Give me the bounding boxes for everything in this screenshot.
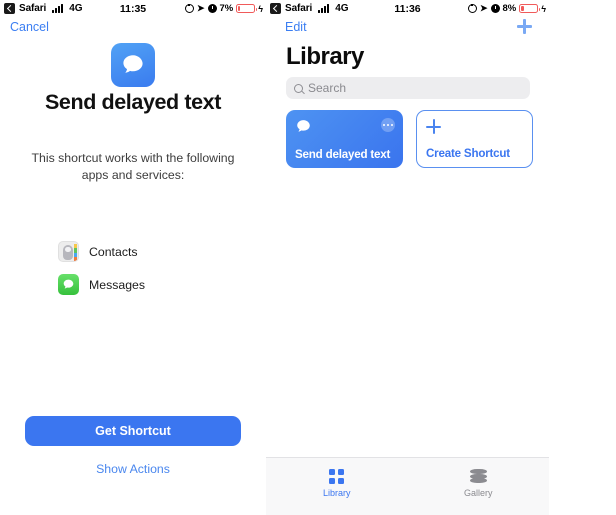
- tab-gallery[interactable]: Gallery: [408, 458, 550, 515]
- search-icon: [294, 83, 303, 93]
- search-placeholder: Search: [308, 81, 347, 95]
- rotation-lock-icon: [184, 4, 194, 13]
- plus-icon[interactable]: [517, 19, 532, 34]
- create-shortcut-card[interactable]: Create Shortcut: [416, 110, 533, 168]
- alarm-icon: [207, 4, 217, 13]
- left-phone-screen: Safari 4G 11:35 ➤ 7% ϟ Cancel Send delay…: [0, 0, 266, 515]
- edit-button[interactable]: Edit: [285, 20, 307, 34]
- charging-bolt-icon: ϟ: [258, 3, 263, 14]
- battery-percent-label: 7%: [219, 3, 234, 14]
- shortcut-hero-icon: [111, 43, 155, 87]
- tab-library[interactable]: Library: [266, 458, 408, 515]
- shortcut-card-label: Send delayed text: [295, 148, 391, 161]
- messages-bubble-icon: [295, 118, 312, 140]
- status-bar-right: Safari 4G 11:36 ➤ 8% ϟ: [266, 0, 549, 17]
- location-arrow-icon: ➤: [479, 3, 488, 13]
- status-bar-right-group: ➤ 7% ϟ: [184, 3, 263, 14]
- cancel-button[interactable]: Cancel: [10, 20, 49, 34]
- status-bar-right-group: ➤ 8% ϟ: [467, 3, 546, 14]
- bottom-tab-bar: Library Gallery: [266, 457, 549, 515]
- page-title: Send delayed text: [44, 90, 221, 114]
- alarm-icon: [490, 4, 500, 13]
- shortcut-card-send-delayed-text[interactable]: Send delayed text: [286, 110, 403, 168]
- messages-bubble-icon: [123, 55, 143, 73]
- messages-bubble-glyph-icon: [63, 279, 74, 289]
- ellipsis-icon[interactable]: [381, 118, 395, 132]
- app-name-label: Messages: [89, 277, 146, 292]
- plus-icon: [426, 119, 441, 134]
- get-shortcut-button[interactable]: Get Shortcut: [25, 416, 241, 446]
- stack-icon: [469, 469, 487, 484]
- dual-screenshot-canvas: Safari 4G 11:35 ➤ 7% ϟ Cancel Send delay…: [0, 0, 616, 515]
- page-subtitle: This shortcut works with the following a…: [31, 151, 235, 182]
- grid-icon: [329, 469, 345, 484]
- battery-icon: [236, 4, 258, 13]
- messages-app-icon: [58, 274, 79, 295]
- shortcut-card-grid: Send delayed text Create Shortcut: [286, 110, 533, 168]
- charging-bolt-icon: ϟ: [541, 3, 546, 14]
- search-input[interactable]: Search: [286, 77, 530, 99]
- supported-apps-list: Contacts Messages: [58, 241, 145, 307]
- contacts-app-icon: [58, 241, 79, 262]
- battery-icon: [519, 4, 541, 13]
- status-bar-left: Safari 4G 11:35 ➤ 7% ϟ: [0, 0, 266, 17]
- right-phone-screen: Safari 4G 11:36 ➤ 8% ϟ Edit Library Sear…: [266, 0, 549, 515]
- create-shortcut-label: Create Shortcut: [426, 147, 510, 160]
- app-name-label: Contacts: [89, 244, 138, 259]
- library-title: Library: [286, 43, 364, 70]
- list-item: Contacts: [58, 241, 145, 262]
- battery-percent-label: 8%: [502, 3, 517, 14]
- tab-label: Gallery: [463, 488, 493, 498]
- rotation-lock-icon: [467, 4, 477, 13]
- location-arrow-icon: ➤: [196, 3, 205, 13]
- list-item: Messages: [58, 274, 145, 295]
- show-actions-link[interactable]: Show Actions: [0, 462, 266, 476]
- tab-label: Library: [322, 488, 351, 498]
